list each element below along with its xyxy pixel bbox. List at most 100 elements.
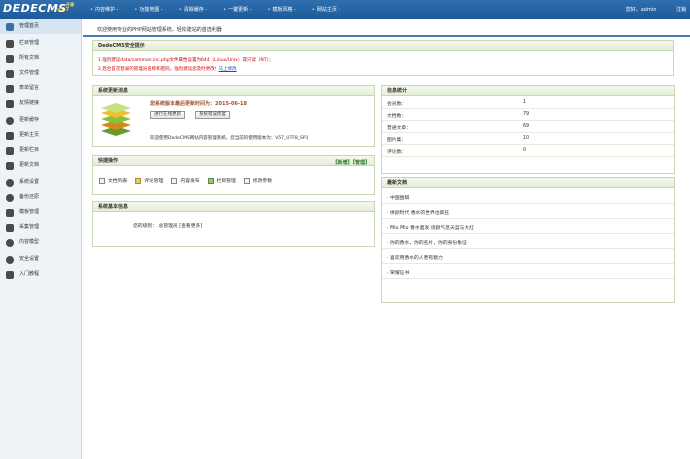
lock-icon [6, 256, 14, 264]
sidebar-item-label: 更新文档 [19, 162, 40, 168]
home-icon [6, 23, 14, 31]
security-tip-2-row: 2.后台首次登录的管理员名称和密码，强烈建议您及时更改! 马上修改 [98, 66, 237, 72]
stat-label: 普通文章： [387, 126, 411, 131]
security-panel-title: DedeCMS安全提示 [93, 41, 673, 51]
refresh-icon [6, 117, 14, 125]
stat-row: 普通文章： 69 [382, 121, 674, 133]
sidebar-item-content-model[interactable]: 内容模型 [0, 235, 81, 250]
system-repair-button[interactable]: 系统错误修复 [195, 111, 230, 119]
quick-add-manage-links[interactable]: 【新增】【管理】 [332, 158, 370, 168]
params-icon [243, 177, 250, 184]
quick-item-label: 评论管理 [144, 179, 164, 184]
sidebar-item-update-home[interactable]: 更新主页 [0, 128, 81, 143]
stat-value: 10 [523, 136, 530, 141]
doc-title: · 中国围棋 [387, 196, 410, 201]
quick-item-doc-list[interactable]: 文档列表 [99, 177, 127, 184]
sidebar-item-admin-home[interactable]: 管理首页 [0, 19, 81, 34]
sidebar-item-label: 栏目管理 [19, 40, 40, 46]
security-tip-1: 1.强烈建议data/common.inc.php文件属性设置为644（Linu… [98, 58, 274, 63]
stat-value: 79 [523, 112, 530, 117]
change-now-link[interactable]: 马上修改 [219, 67, 237, 72]
comment-icon [135, 177, 142, 184]
quick-item-publish[interactable]: 内容发布 [171, 177, 200, 184]
main-area: 欢迎使用专业的PHP网站管理系统，轻松建站的首选利器 DedeCMS安全提示 1… [83, 19, 690, 459]
top-nav-clear-cache[interactable]: • 清除缓存 - [173, 6, 217, 13]
stat-row: 图片集： 10 [382, 133, 674, 145]
top-nav-function-map[interactable]: • 功能地图 - [128, 6, 172, 13]
sidebar-item-label: 友情链接 [19, 100, 40, 106]
sidebar-item-update-columns[interactable]: 更新栏目 [0, 143, 81, 158]
quick-item-columns[interactable]: 栏目管理 [207, 177, 236, 184]
form-icon [6, 85, 14, 93]
sidebar-item-label: 所有文档 [19, 55, 40, 61]
file-icon [6, 70, 14, 78]
top-nav-content[interactable]: • 内容维护 - [84, 6, 128, 13]
publish-icon [171, 177, 178, 184]
list-item[interactable]: · 荣耀证书 [382, 264, 674, 279]
list-item[interactable]: · Miu Miu 香水面发 烧颜气息天蓝与大红 [382, 219, 674, 234]
sidebar-item-label: 更新栏目 [19, 147, 40, 153]
update-date-text: 您系统版本最后更新时间为：2015-06-18 [150, 101, 247, 107]
quick-item-label: 文档列表 [108, 179, 128, 184]
quick-item-label: 修改参数 [252, 179, 273, 184]
sidebar-item-columns[interactable]: 栏目管理 [0, 36, 81, 51]
quick-item-label: 内容发布 [180, 179, 200, 184]
documents-icon [6, 55, 14, 63]
list-item[interactable]: · 中国围棋 [382, 189, 674, 204]
stat-value: 69 [523, 124, 530, 129]
sidebar-item-security[interactable]: 安全设置 [0, 252, 81, 267]
sidebar-item-update-cache[interactable]: 更新缓存 [0, 113, 81, 128]
top-nav-one-click-update[interactable]: • 一键更新 - [217, 6, 261, 13]
top-nav-label: 模板风格 [272, 7, 293, 13]
sidebar-item-tutorial[interactable]: 入门教程 [0, 267, 81, 282]
quick-actions-label: 快捷操作 [98, 158, 119, 164]
stat-label: 文档数： [387, 114, 407, 119]
sidebar-item-label: 更新缓存 [19, 117, 40, 123]
sidebar-item-collect[interactable]: 采集管理 [0, 220, 81, 235]
quick-item-comments[interactable]: 评论管理 [135, 177, 163, 184]
view-more-link[interactable]: [查看更多] [179, 224, 202, 229]
column-refresh-icon [6, 147, 14, 155]
quick-item-params[interactable]: 修改参数 [243, 177, 273, 184]
list-item[interactable]: · 你的香水，你的名片，你的身份象征 [382, 234, 674, 249]
bullet-icon: • [267, 7, 271, 13]
update-panel: 系统更新消息 您系统版本最后更新时间为：2015-06-18 进行在线更新 系统… [92, 85, 375, 147]
sidebar-item-system-settings[interactable]: 系统设置 [0, 175, 81, 190]
top-nav-label: 功能地图 [139, 7, 160, 13]
sidebar-item-label: 文件管理 [19, 70, 40, 76]
sidebar-item-label: 入门教程 [19, 271, 40, 277]
sidebar-item-links[interactable]: 友情链接 [0, 96, 81, 111]
sidebar-item-all-docs[interactable]: 所有文档 [0, 51, 81, 66]
top-bar: DEDECMS v5.7 开源 • 内容维护 - • 功能地图 - • 清除缓存 - … [0, 0, 690, 19]
backup-icon [6, 194, 14, 202]
collect-icon [6, 224, 14, 232]
latest-docs-title: 最新文档 [382, 178, 674, 188]
statistics-title: 信息统计 [382, 86, 674, 96]
sidebar-item-forms[interactable]: 表单留言 [0, 81, 81, 96]
statistics-panel: 信息统计 会员数： 1 文档数： 79 普通文章： 69 图片集： 10 评论数： 0 [381, 85, 675, 174]
top-nav-template-style[interactable]: • 模板风格 - [262, 6, 306, 13]
tutorial-icon [6, 271, 14, 279]
top-nav-site-home[interactable]: • 网站主页 - [306, 6, 350, 13]
home-refresh-icon [6, 132, 14, 140]
logout-link[interactable]: 注销 [676, 7, 686, 13]
sidebar-item-backup[interactable]: 备份还原 [0, 190, 81, 205]
online-update-button[interactable]: 进行在线更新 [150, 111, 185, 119]
list-item[interactable]: · 喜欢用香水的人更有魅力 [382, 249, 674, 264]
version-info-text: 欢迎使用DedeCMS网站内容管理系统，您当前的使用版本为：V57_UTF8_S… [150, 136, 309, 141]
level-value: 总管理员 [158, 224, 178, 229]
model-icon [6, 239, 14, 247]
sidebar-item-templates[interactable]: 模板管理 [0, 205, 81, 220]
version-tag: 开源 [66, 2, 74, 7]
list-item[interactable]: · 拼颜时代 香水的世界也疯狂 [382, 204, 674, 219]
update-panel-title: 系统更新消息 [93, 86, 374, 96]
stat-value: 0 [523, 148, 527, 153]
sidebar-item-label: 系统设置 [19, 179, 40, 185]
quick-actions-title: 快捷操作 【新增】【管理】 [93, 156, 374, 166]
sidebar-item-update-docs[interactable]: 更新文档 [0, 158, 81, 173]
sidebar-item-files[interactable]: 文件管理 [0, 66, 81, 81]
quick-item-label: 栏目管理 [216, 179, 236, 184]
sidebar: 管理首页 栏目管理 所有文档 文件管理 表单留言 友情链接 更新缓存 更新主页 … [0, 19, 82, 459]
sidebar-item-label: 采集管理 [19, 224, 40, 230]
stat-label: 会员数： [387, 102, 407, 107]
